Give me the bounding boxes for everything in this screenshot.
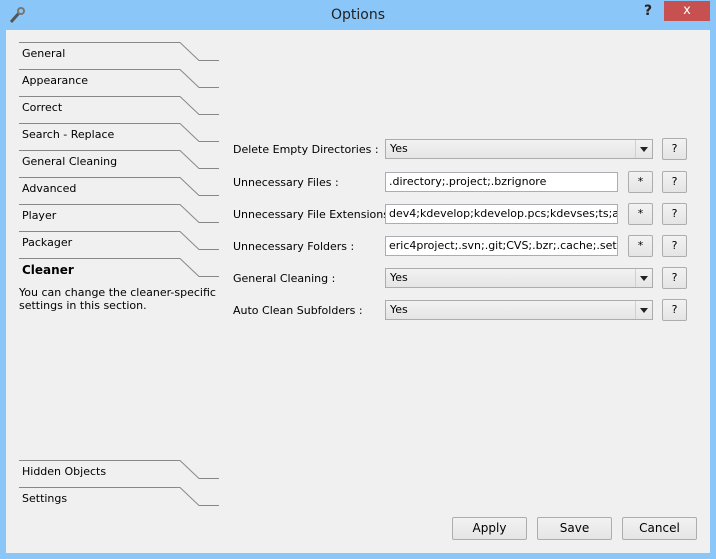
unnecessary-files-input[interactable]: .directory;.project;.bzrignore — [385, 172, 618, 192]
sidebar-item-general[interactable]: General — [19, 42, 219, 69]
window-title: Options — [330, 7, 386, 23]
sidebar-item-search-replace[interactable]: Search - Replace — [19, 123, 219, 150]
divider — [635, 301, 636, 319]
chevron-down-icon — [640, 276, 648, 281]
delete-empty-directories-combo[interactable]: Yes — [385, 139, 653, 159]
sidebar-item-appearance[interactable]: Appearance — [19, 69, 219, 96]
help-button[interactable]: ? — [644, 3, 652, 19]
general-cleaning-help-button[interactable]: ? — [662, 267, 687, 289]
unnecessary-file-extensions-help-button[interactable]: ? — [662, 203, 687, 225]
sidebar-item-label: Settings — [22, 492, 68, 505]
auto-clean-subfolders-combo[interactable]: Yes — [385, 300, 653, 320]
sidebar-item-player[interactable]: Player — [19, 204, 219, 231]
sidebar-item-cleaner[interactable]: Cleaner — [19, 258, 219, 285]
sidebar-item-settings[interactable]: Settings — [19, 487, 219, 514]
unnecessary-folders-input[interactable]: eric4project;.svn;.git;CVS;.bzr;.cache;.… — [385, 236, 618, 256]
unnecessary-files-label: Unnecessary Files : — [233, 176, 339, 189]
sidebar-item-label: Hidden Objects — [22, 465, 107, 478]
unnecessary-files-help-button[interactable]: ? — [662, 171, 687, 193]
unnecessary-file-extensions-input[interactable]: dev4;kdevelop;kdevelop.pcs;kdevses;ts;an… — [385, 204, 618, 224]
combo-value: Yes — [390, 303, 408, 316]
combo-value: Yes — [390, 142, 408, 155]
unnecessary-folders-help-button[interactable]: ? — [662, 235, 687, 257]
apply-button[interactable]: Apply — [452, 517, 527, 540]
sidebar-item-label: Advanced — [22, 182, 77, 195]
input-value: eric4project;.svn;.git;CVS;.bzr;.cache;.… — [389, 239, 617, 252]
section-description: You can change the cleaner-specific sett… — [19, 286, 216, 312]
unnecessary-file-extensions-label: Unnecessary File Extensions : — [233, 208, 397, 221]
chevron-down-icon — [640, 308, 648, 313]
divider — [635, 269, 636, 287]
unnecessary-files-edit-button[interactable]: * — [628, 171, 653, 193]
sidebar-item-label: Cleaner — [22, 263, 74, 277]
general-cleaning-label: General Cleaning : — [233, 272, 336, 285]
sidebar-item-label: General Cleaning — [22, 155, 118, 168]
unnecessary-folders-edit-button[interactable]: * — [628, 235, 653, 257]
sidebar-item-label: Search - Replace — [22, 128, 115, 141]
close-button[interactable]: x — [664, 1, 710, 21]
title-bar: Options ? x — [0, 0, 716, 30]
sidebar-item-label: Appearance — [22, 74, 89, 87]
auto-clean-subfolders-help-button[interactable]: ? — [662, 299, 687, 321]
sidebar-item-advanced[interactable]: Advanced — [19, 177, 219, 204]
combo-value: Yes — [390, 271, 408, 284]
save-button[interactable]: Save — [537, 517, 612, 540]
sidebar-item-hidden-objects[interactable]: Hidden Objects — [19, 460, 219, 487]
unnecessary-folders-label: Unnecessary Folders : — [233, 240, 355, 253]
auto-clean-subfolders-label: Auto Clean Subfolders : — [233, 304, 363, 317]
sidebar-item-packager[interactable]: Packager — [19, 231, 219, 258]
cancel-button[interactable]: Cancel — [622, 517, 697, 540]
sidebar-item-correct[interactable]: Correct — [19, 96, 219, 123]
sidebar-item-general-cleaning[interactable]: General Cleaning — [19, 150, 219, 177]
input-value: .directory;.project;.bzrignore — [389, 175, 547, 188]
sidebar-item-label: Packager — [22, 236, 73, 249]
sidebar-item-label: Player — [22, 209, 57, 222]
delete-empty-directories-label: Delete Empty Directories : — [233, 143, 379, 156]
delete-empty-directories-help-button[interactable]: ? — [662, 138, 687, 160]
sidebar-item-label: Correct — [22, 101, 63, 114]
unnecessary-file-extensions-edit-button[interactable]: * — [628, 203, 653, 225]
chevron-down-icon — [640, 147, 648, 152]
sidebar-item-label: General — [22, 47, 66, 60]
general-cleaning-combo[interactable]: Yes — [385, 268, 653, 288]
input-value: dev4;kdevelop;kdevelop.pcs;kdevses;ts;an… — [389, 207, 617, 220]
divider — [635, 140, 636, 158]
